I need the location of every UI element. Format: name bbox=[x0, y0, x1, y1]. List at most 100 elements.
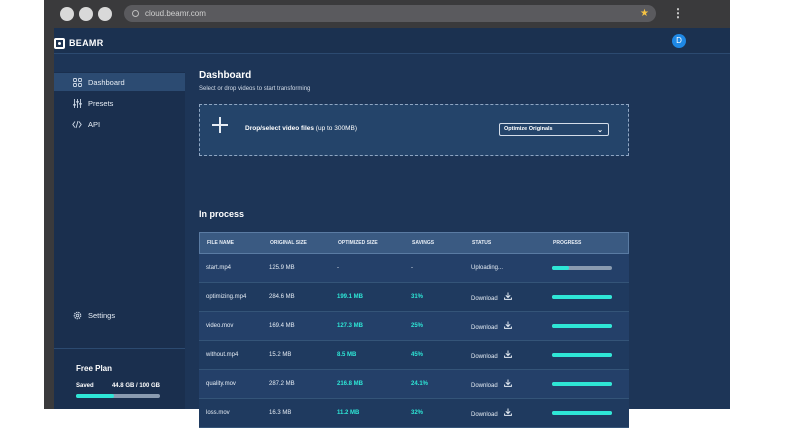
table-row: loss.mov 16.3 MB 11.2 MB 32% Download bbox=[199, 399, 629, 428]
table-header: FILE NAME ORIGINAL SIZE OPTIMIZED SIZE S… bbox=[199, 232, 629, 254]
code-icon bbox=[72, 119, 82, 129]
cell-original-size: 284.6 MB bbox=[269, 294, 295, 300]
cell-savings: 24.1% bbox=[411, 381, 429, 387]
cell-status: Uploading... bbox=[471, 265, 503, 271]
table-row: optimizing.mp4 284.6 MB 199.1 MB 31% Downloa… bbox=[199, 283, 629, 312]
column-header: FILE NAME bbox=[207, 240, 234, 246]
progress-bar bbox=[552, 353, 612, 357]
select-value: Optimize Originals bbox=[504, 126, 553, 132]
plan-usage-bar bbox=[76, 394, 160, 398]
cell-file-name: quality.mov bbox=[206, 381, 236, 387]
browser-menu-icon[interactable]: ⋮ bbox=[672, 5, 684, 22]
browser-chrome: cloud.beamr.com ★ ⋮ bbox=[44, 0, 730, 28]
upload-dropzone[interactable]: Drop/select video files (up to 300MB) Op… bbox=[199, 104, 629, 156]
progress-bar bbox=[552, 324, 612, 328]
plus-icon[interactable] bbox=[212, 117, 228, 133]
grid-icon bbox=[72, 77, 82, 87]
table-row: quality.mov 287.2 MB 216.8 MB 24.1% Download bbox=[199, 370, 629, 399]
progress-bar bbox=[552, 411, 612, 415]
cell-file-name: without.mp4 bbox=[206, 352, 239, 358]
status-label: Download bbox=[471, 354, 498, 360]
status-label: Download bbox=[471, 412, 498, 418]
beamr-logo-icon bbox=[54, 37, 65, 49]
cell-original-size: 15.2 MB bbox=[269, 352, 292, 358]
beamr-app: BEAMR D Dashboard Presets API Settings F… bbox=[54, 28, 730, 428]
user-avatar[interactable]: D bbox=[672, 34, 686, 48]
plan-title: Free Plan bbox=[76, 364, 113, 373]
cell-savings: 25% bbox=[411, 323, 424, 329]
page-title: Dashboard bbox=[199, 70, 252, 81]
lock-icon bbox=[132, 10, 139, 17]
download-icon[interactable] bbox=[503, 292, 512, 302]
brand-name: BEAMR bbox=[69, 38, 104, 48]
download-icon[interactable] bbox=[503, 408, 512, 418]
cell-optimized-size: 127.3 MB bbox=[337, 323, 364, 329]
progress-fill bbox=[552, 411, 612, 415]
cell-savings: 32% bbox=[411, 410, 424, 416]
download-icon[interactable] bbox=[503, 379, 512, 389]
plan-panel: Free Plan Saved 44.8 GB / 100 GB bbox=[54, 348, 185, 409]
progress-bar bbox=[552, 295, 612, 299]
url-text: cloud.beamr.com bbox=[145, 9, 206, 18]
plan-usage-fill bbox=[76, 394, 114, 398]
cell-original-size: 16.3 MB bbox=[269, 410, 292, 416]
sidebar-item-label: Settings bbox=[88, 310, 116, 320]
plan-saved-value: 44.8 GB / 100 GB bbox=[111, 383, 160, 389]
window-minimize-button[interactable] bbox=[79, 7, 93, 21]
download-button[interactable]: Download bbox=[471, 408, 512, 418]
download-icon[interactable] bbox=[503, 350, 512, 360]
download-button[interactable]: Download bbox=[471, 321, 512, 331]
dropzone-label: Drop/select video files bbox=[245, 125, 314, 132]
sidebar: Dashboard Presets API Settings Free Plan… bbox=[54, 72, 185, 409]
progress-fill bbox=[552, 382, 612, 386]
column-header: PROGRESS bbox=[553, 240, 582, 246]
cell-savings: - bbox=[411, 265, 413, 271]
sidebar-item-api[interactable]: API bbox=[54, 115, 185, 133]
cell-file-name: loss.mov bbox=[206, 410, 230, 416]
browser-window: cloud.beamr.com ★ ⋮ BEAMR D Dashboard Pr… bbox=[44, 0, 730, 428]
table-row: without.mp4 15.2 MB 8.5 MB 45% Download bbox=[199, 341, 629, 370]
cell-optimized-size: 216.8 MB bbox=[337, 381, 364, 387]
cell-original-size: 287.2 MB bbox=[269, 381, 295, 387]
status-label: Download bbox=[471, 383, 498, 389]
top-bar: BEAMR D bbox=[54, 28, 730, 54]
download-button[interactable]: Download bbox=[471, 292, 512, 302]
progress-fill bbox=[552, 266, 569, 270]
chevron-down-icon: ⌄ bbox=[597, 127, 603, 134]
download-button[interactable]: Download bbox=[471, 350, 512, 360]
bookmark-star-icon[interactable]: ★ bbox=[640, 5, 649, 22]
status-label: Uploading... bbox=[471, 265, 504, 271]
window-maximize-button[interactable] bbox=[98, 7, 112, 21]
cell-optimized-size: 8.5 MB bbox=[337, 352, 357, 358]
optimization-preset-select[interactable]: Optimize Originals ⌄ bbox=[499, 123, 609, 136]
download-button[interactable]: Download bbox=[471, 379, 512, 389]
status-label: Download bbox=[471, 296, 498, 302]
cell-original-size: 125.9 MB bbox=[269, 265, 295, 271]
cell-optimized-size: 199.1 MB bbox=[337, 294, 364, 300]
gear-icon bbox=[72, 310, 82, 320]
status-label: Download bbox=[471, 325, 498, 331]
cell-optimized-size: - bbox=[337, 265, 339, 271]
dropzone-text: Drop/select video files (up to 300MB) bbox=[245, 125, 357, 132]
plan-saved-label: Saved bbox=[76, 383, 94, 389]
sliders-icon bbox=[72, 98, 82, 108]
cell-file-name: video.mov bbox=[206, 323, 234, 329]
table-row: start.mp4 125.9 MB - - Uploading... bbox=[199, 254, 629, 283]
table-body: start.mp4 125.9 MB - - Uploading... optimizin… bbox=[199, 254, 629, 428]
sidebar-item-presets[interactable]: Presets bbox=[54, 94, 185, 112]
address-bar[interactable]: cloud.beamr.com ★ bbox=[124, 5, 656, 22]
cell-original-size: 169.4 MB bbox=[269, 323, 295, 329]
download-icon[interactable] bbox=[503, 321, 512, 331]
cell-savings: 45% bbox=[411, 352, 424, 358]
window-close-button[interactable] bbox=[60, 7, 74, 21]
sidebar-item-dashboard[interactable]: Dashboard bbox=[54, 73, 185, 91]
sidebar-item-settings[interactable]: Settings bbox=[54, 306, 185, 324]
cell-file-name: optimizing.mp4 bbox=[206, 294, 247, 300]
progress-fill bbox=[552, 324, 612, 328]
column-header: SAVINGS bbox=[412, 240, 435, 246]
brand-logo[interactable]: BEAMR bbox=[54, 37, 104, 49]
page-subtitle: Select or drop videos to start transform… bbox=[199, 86, 311, 92]
progress-fill bbox=[552, 353, 612, 357]
table-row: video.mov 169.4 MB 127.3 MB 25% Download bbox=[199, 312, 629, 341]
plan-usage-row: Saved 44.8 GB / 100 GB bbox=[76, 383, 160, 389]
